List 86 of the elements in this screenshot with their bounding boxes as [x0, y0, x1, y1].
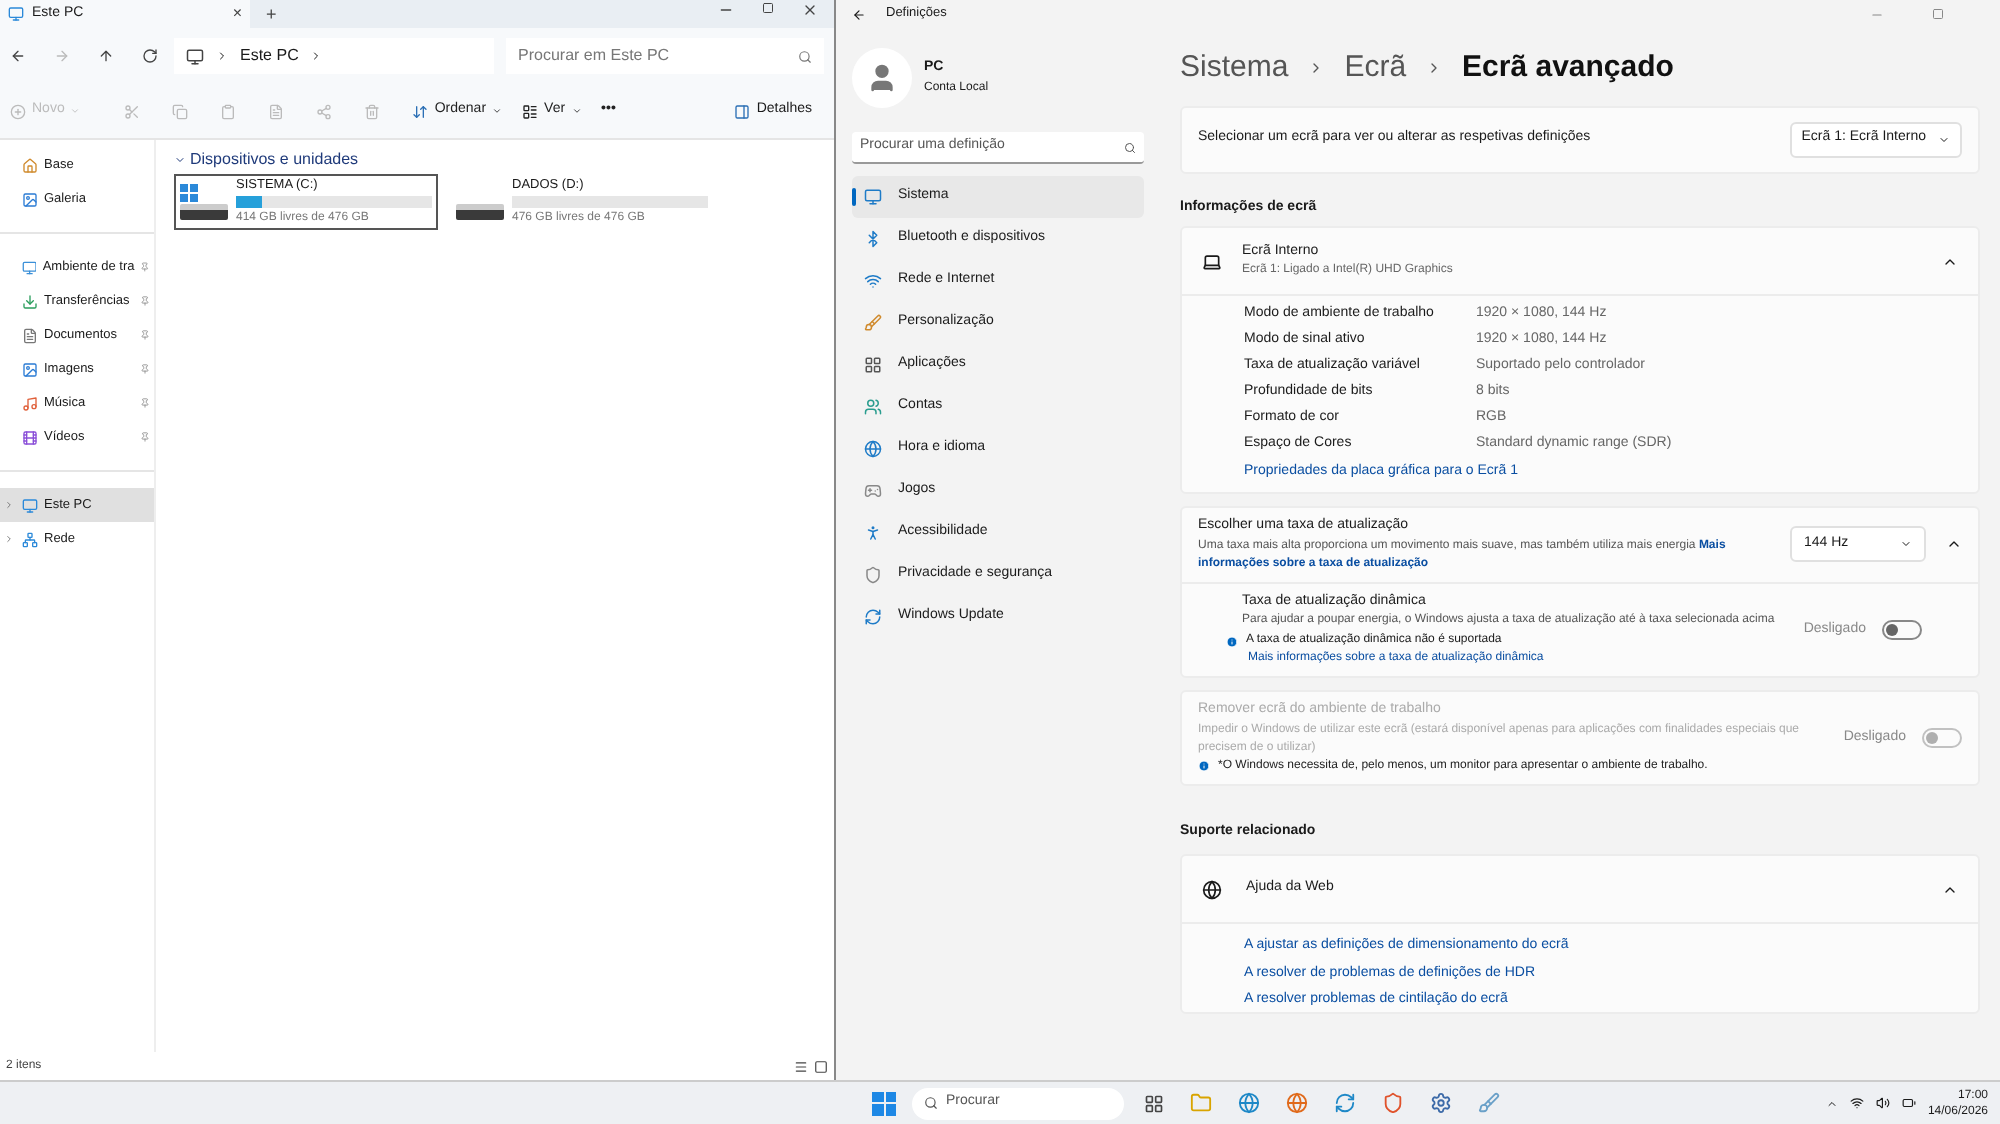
monitor-icon: [864, 188, 882, 206]
battery-icon[interactable]: [1901, 1096, 1916, 1110]
details-view-icon[interactable]: [794, 1059, 808, 1073]
address-bar[interactable]: Este PC: [174, 38, 494, 74]
brush-icon[interactable]: [1478, 1092, 1500, 1114]
monitor-icon: [186, 47, 204, 65]
wifi-icon: [864, 272, 882, 290]
breadcrumb-link[interactable]: Sistema: [1180, 46, 1289, 91]
monitor-icon: [8, 6, 24, 22]
gear-icon[interactable]: [1430, 1092, 1452, 1114]
info-icon: [1198, 760, 1210, 772]
page-title: Ecrã avançado: [1462, 48, 1674, 88]
folder-icon[interactable]: [1190, 1092, 1212, 1114]
pin-icon: [140, 330, 150, 340]
forward-icon[interactable]: [54, 48, 70, 64]
maximize-icon[interactable]: [762, 2, 774, 14]
plus-icon: [10, 103, 26, 119]
caret-icon: [70, 106, 81, 116]
home-icon: [22, 157, 38, 173]
chevron-icon: [174, 154, 186, 166]
globe-icon[interactable]: [1286, 1092, 1308, 1114]
up-icon[interactable]: [98, 48, 114, 64]
document-icon: [22, 327, 38, 343]
globe-icon: [1202, 879, 1222, 899]
search-field[interactable]: Procurar em Este PC: [506, 38, 824, 74]
globe-icon[interactable]: [1238, 1092, 1260, 1114]
windows-logo-icon: [180, 184, 198, 202]
caret-icon: [1900, 538, 1912, 551]
apps-icon: [864, 356, 882, 374]
start-button[interactable]: [872, 1091, 896, 1115]
monitor-icon: [22, 497, 38, 513]
group-header[interactable]: Dispositivos e unidades: [174, 148, 816, 172]
panel-icon: [734, 103, 751, 119]
path-segment[interactable]: Este PC: [240, 44, 299, 68]
selection-indicator: [852, 188, 856, 206]
music-icon: [22, 395, 38, 411]
shield-icon: [864, 566, 882, 584]
bluetooth-icon: [864, 230, 882, 248]
pin-icon: [140, 296, 150, 306]
expand-icon: [4, 534, 14, 544]
shield-icon[interactable]: [1382, 1092, 1404, 1114]
caret-icon: [492, 106, 503, 116]
new-tab-button[interactable]: +: [266, 0, 277, 28]
toggle-switch[interactable]: [1882, 619, 1922, 640]
people-icon: [864, 398, 882, 416]
person-icon: [866, 62, 898, 94]
drive-icon: [456, 204, 504, 220]
volume-icon[interactable]: [1875, 1096, 1890, 1110]
info-icon: [1226, 635, 1238, 647]
sort-icon: [412, 103, 429, 119]
search-icon: [924, 1096, 938, 1110]
pin-icon: [140, 432, 150, 442]
image-icon: [22, 361, 38, 377]
pin-icon: [140, 398, 150, 408]
caret-icon: [571, 106, 582, 116]
search-icon: [798, 49, 812, 63]
pin-icon: [140, 262, 150, 272]
image-icon: [22, 191, 38, 207]
search-icon: [1124, 141, 1136, 153]
chevron-icon: [216, 50, 228, 62]
download-icon: [22, 293, 38, 309]
close-tab-button[interactable]: ×: [232, 2, 242, 26]
drive-icon: [180, 204, 228, 220]
refresh-icon[interactable]: [142, 48, 158, 64]
tiles-view-icon[interactable]: [814, 1059, 828, 1073]
view-icon: [522, 103, 539, 119]
network-icon: [22, 531, 38, 547]
pin-icon: [140, 364, 150, 374]
back-icon[interactable]: [10, 48, 26, 64]
expand-icon: [4, 500, 14, 510]
brush-icon: [864, 314, 882, 332]
chevron-icon: [310, 50, 323, 62]
person-icon: [864, 524, 882, 542]
task-view-icon[interactable]: [1144, 1093, 1164, 1113]
globe-icon: [864, 440, 882, 458]
breadcrumb-link[interactable]: Ecrã: [1344, 46, 1407, 91]
monitor-icon: [21, 259, 37, 275]
close-icon[interactable]: [802, 2, 818, 18]
wifi-icon[interactable]: [1849, 1096, 1864, 1110]
refresh-icon: [864, 608, 882, 626]
film-icon: [22, 429, 38, 445]
gamepad-icon: [864, 482, 882, 500]
back-icon[interactable]: [852, 7, 866, 21]
laptop-icon: [1202, 251, 1222, 271]
show-hidden-icon[interactable]: [1825, 1097, 1838, 1109]
caret-icon: [1938, 133, 1950, 145]
